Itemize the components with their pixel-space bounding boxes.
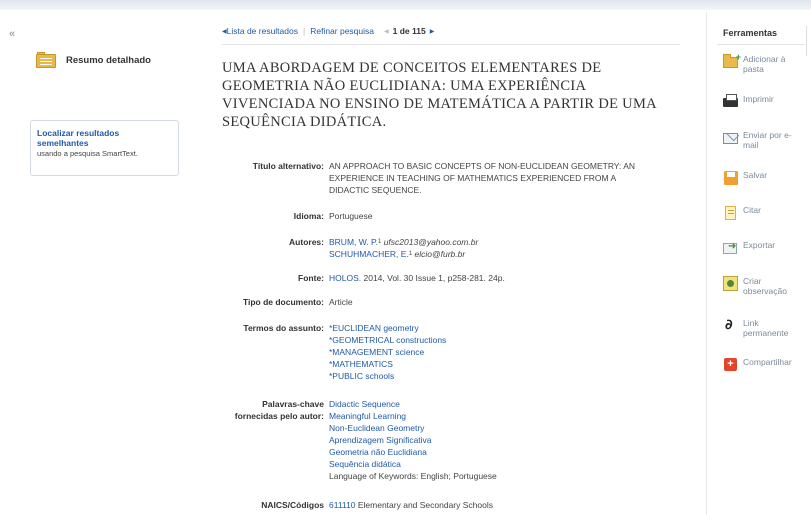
source-journal-link[interactable]: HOLOS. [329, 273, 361, 283]
keyword-link[interactable]: Didactic Sequence [329, 398, 679, 410]
author-email: ufsc2013@yahoo.com.br [383, 237, 479, 247]
field-subjects: Termos do assunto: *EUCLIDEAN geometry *… [222, 322, 679, 382]
save-icon [723, 170, 739, 186]
author-email: elcio@furb.br [414, 249, 466, 259]
field-label: Autores: [289, 237, 324, 247]
nav-separator: | [302, 26, 306, 36]
field-label: Tipo de documento: [242, 297, 324, 307]
tool-label: Criar observação [743, 276, 787, 296]
author-entry: BRUM, W. P.1 ufsc2013@yahoo.com.br [329, 236, 679, 248]
keyword-link[interactable]: Meaningful Learning [329, 410, 679, 422]
field-language: Idioma: Portuguese [222, 210, 679, 222]
source-details: 2014, Vol. 30 Issue 1, p258-281. 24p. [363, 273, 505, 283]
field-label: Palavras-chave fornecidas pelo autor: [234, 399, 324, 421]
results-list-link[interactable]: Lista de resultados [227, 26, 298, 36]
field-label: Título alternativo: [252, 161, 324, 171]
similar-results-box: Localizar resultados semelhantes usando … [30, 120, 179, 176]
tool-label: Compartilhar [743, 357, 792, 367]
refine-search-link[interactable]: Refinar pesquisa [310, 26, 374, 36]
field-authors: Autores: BRUM, W. P.1 ufsc2013@yahoo.com… [222, 236, 679, 260]
left-sidebar: Resumo detalhado Localizar resultados se… [0, 12, 200, 515]
email-icon [723, 130, 739, 146]
field-source: Fonte: HOLOS. 2014, Vol. 30 Issue 1, p25… [222, 272, 679, 284]
permalink-button[interactable]: ∂ Link permanente [723, 317, 803, 338]
prev-result-icon[interactable]: ◀ [384, 28, 389, 35]
add-to-folder-icon [723, 52, 741, 70]
record-title: UMA ABORDAGEM DE CONCEITOS ELEMENTARES D… [222, 60, 657, 130]
alt-title-value: AN APPROACH TO BASIC CONCEPTS OF NON-EUC… [329, 160, 679, 196]
tool-label: Enviar por e-mail [743, 130, 792, 150]
keyword-link[interactable]: Non-Euclidean Geometry [329, 422, 679, 434]
naics-value: 611110 Elementary and Secondary Schools [329, 499, 679, 511]
panel-edge [806, 26, 811, 56]
next-result-icon[interactable]: ▶ [430, 28, 435, 35]
subject-term-link[interactable]: *MANAGEMENT science [329, 346, 679, 358]
link-icon: ∂ [725, 317, 733, 333]
keywords-value: Didactic Sequence Meaningful Learning No… [329, 398, 679, 482]
subject-term-link[interactable]: *PUBLIC schools [329, 370, 679, 382]
alt-title-line: DIDACTIC SEQUENCE. [329, 185, 422, 195]
detailed-summary-item[interactable]: Resumo detalhado [36, 52, 151, 68]
tool-label: Exportar [743, 240, 776, 250]
author-entry: SCHUHMACHER, E.1 elcio@furb.br [329, 248, 679, 260]
folder-icon [36, 52, 56, 68]
top-banner [0, 0, 811, 10]
author-link[interactable]: SCHUHMACHER, E. [329, 249, 409, 259]
field-label: Fonte: [298, 273, 324, 283]
cite-button[interactable]: Citar [723, 205, 803, 221]
tool-label: Salvar [743, 170, 768, 180]
keyword-link[interactable]: Aprendizagem Significativa [329, 434, 679, 446]
doc-type-value: Article [329, 297, 353, 307]
naics-code-link[interactable]: 611110 [329, 500, 355, 510]
printer-icon [723, 94, 739, 110]
note-icon [723, 276, 739, 292]
subject-term-link[interactable]: *EUCLIDEAN geometry [329, 322, 679, 334]
field-label: Termos do assunto: [243, 323, 324, 333]
keyword-link[interactable]: Sequência didática [329, 458, 679, 470]
field-alt-title: Título alternativo: AN APPROACH TO BASIC… [222, 160, 679, 196]
field-label: Idioma: [293, 211, 324, 221]
author-link[interactable]: BRUM, W. P. [329, 237, 378, 247]
print-button[interactable]: Imprimir [723, 94, 803, 110]
alt-title-line: AN APPROACH TO BASIC CONCEPTS OF NON-EUC… [329, 161, 636, 171]
language-value: Portuguese [329, 211, 373, 221]
tool-label: Link permanente [743, 318, 789, 338]
authors-value: BRUM, W. P.1 ufsc2013@yahoo.com.br SCHUH… [329, 236, 679, 260]
tool-label: Imprimir [743, 94, 774, 104]
source-value: HOLOS. 2014, Vol. 30 Issue 1, p258-281. … [329, 272, 679, 284]
keyword-link[interactable]: Geometria não Euclidiana [329, 446, 679, 458]
create-note-button[interactable]: Criar observação [723, 276, 803, 296]
cite-icon [723, 205, 739, 221]
field-label: NAICS/Códigos [261, 500, 324, 510]
subjects-value: *EUCLIDEAN geometry *GEOMETRICAL constru… [329, 322, 679, 382]
result-counter: 1 de 115 [392, 26, 426, 36]
author-affiliation-sup: 1 [377, 239, 382, 245]
share-button[interactable]: + Compartilhar [723, 357, 811, 373]
divider [222, 44, 680, 45]
tools-panel: Ferramentas Adicionar à pasta Imprimir E… [706, 12, 811, 515]
divider [717, 44, 805, 45]
tools-title: Ferramentas [723, 28, 778, 38]
save-button[interactable]: Salvar [723, 170, 803, 186]
tool-label: Citar [743, 205, 761, 215]
keywords-language: Language of Keywords: English; Portugues… [329, 471, 497, 481]
alt-title-line: EXPERIENCE IN TEACHING OF MATHEMATICS EX… [329, 173, 617, 183]
share-icon: + [723, 357, 739, 373]
tool-label: Adicionar à pasta [743, 54, 786, 74]
subject-term-link[interactable]: *GEOMETRICAL constructions [329, 334, 679, 346]
subject-term-link[interactable]: *MATHEMATICS [329, 358, 679, 370]
field-doc-type: Tipo de documento: Article [222, 296, 679, 308]
export-button[interactable]: Exportar [723, 240, 803, 256]
export-icon [723, 240, 739, 256]
smarttext-caption: usando a pesquisa SmartText. [37, 149, 138, 158]
add-to-folder-button[interactable]: Adicionar à pasta [723, 52, 803, 74]
result-navigation: ◀ Lista de resultados | Refinar pesquisa… [222, 26, 434, 36]
email-button[interactable]: Enviar por e-mail [723, 130, 803, 150]
field-naics: NAICS/Códigos 611110 Elementary and Seco… [222, 499, 679, 511]
field-keywords: Palavras-chave fornecidas pelo autor: Di… [222, 398, 679, 482]
author-affiliation-sup: 1 [408, 251, 413, 257]
detailed-summary-label: Resumo detalhado [66, 54, 151, 66]
naics-description: Elementary and Secondary Schools [357, 500, 493, 510]
find-similar-results-link[interactable]: Localizar resultados semelhantes [37, 128, 147, 148]
